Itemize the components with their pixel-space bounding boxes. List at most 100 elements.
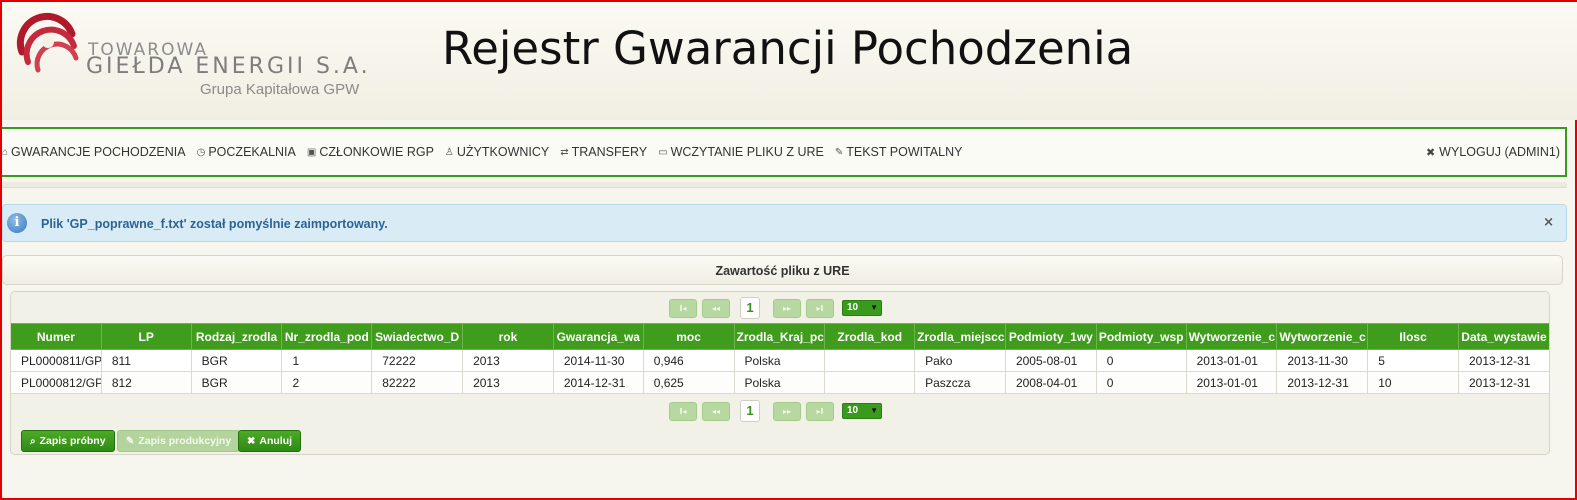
next-page-button[interactable]: ▸▸ (773, 299, 801, 318)
id-card-icon: ▣ (306, 146, 317, 158)
nav-item-uzytkownicy[interactable]: ♙ UŻYTKOWNICY (445, 145, 549, 159)
table-cell: 2013-12-31 (1276, 371, 1369, 394)
column-header[interactable]: LP (100, 323, 192, 350)
column-header[interactable]: Rodzaj_zrodla (190, 323, 283, 350)
folder-open-icon: ▭ (658, 146, 668, 158)
rows-per-page-value: 10 (847, 302, 859, 313)
table-header-row: Numer LP Rodzaj_zrodla Nr_zrodla_pod Swi… (11, 323, 1549, 350)
nav-item-czlonkowie[interactable]: ▣ CZŁONKOWIE RGP (307, 145, 434, 159)
prev-page-button[interactable]: ◂◂ (702, 299, 730, 318)
nav-item-transfery[interactable]: ⇄ TRANSFERY (560, 145, 647, 159)
nav-item-gwarancje[interactable]: ⌂ GWARANCJE POCHODZENIA (2, 145, 186, 159)
column-header[interactable]: Zrodla_kod (824, 323, 916, 350)
info-icon: i (7, 213, 27, 233)
last-page-button[interactable]: ▸I (806, 299, 834, 318)
success-alert: i Plik 'GP_poprawne_f.txt' został pomyśl… (2, 204, 1567, 242)
search-icon: ⌕ (30, 435, 36, 447)
nav-item-label: POCZEKALNIA (208, 145, 296, 159)
table-cell: 2014-11-30 (552, 349, 644, 372)
rows-per-page-select[interactable]: 10 ▼ (842, 403, 882, 419)
table-cell (824, 349, 916, 372)
logout-link[interactable]: ✖ WYLOGUJ (ADMIN1) (1426, 145, 1560, 159)
tge-logo-icon (16, 12, 79, 73)
table-cell: 5 (1367, 349, 1459, 372)
table-cell: 2008-04-01 (1004, 371, 1097, 394)
nav-item-label: GWARANCJE POCHODZENIA (11, 145, 186, 159)
column-header[interactable]: Nr_zrodla_pod (281, 323, 373, 350)
test-save-label: Zapis próbny (39, 435, 106, 447)
data-table: Numer LP Rodzaj_zrodla Nr_zrodla_pod Swi… (11, 323, 1549, 394)
column-header[interactable]: Data_wystawie (1458, 323, 1549, 350)
table-cell: 2014-12-31 (552, 371, 644, 394)
cancel-label: Anuluj (259, 435, 293, 447)
table-cell: Polska (733, 371, 826, 394)
column-header[interactable]: Swiadectwo_D (371, 323, 464, 350)
column-header[interactable]: Wytworzenie_c (1185, 323, 1278, 350)
column-header[interactable]: Gwarancja_wa (552, 323, 644, 350)
chevron-down-icon: ▼ (870, 406, 878, 415)
column-header[interactable]: Numer (11, 323, 102, 350)
logo-line2: GIEŁDA ENERGII S.A. (86, 54, 371, 79)
production-save-label: Zapis produkcyjny (138, 435, 232, 447)
column-header[interactable]: Podmioty_wsp (1095, 323, 1187, 350)
table-cell: 2013-11-30 (1276, 349, 1369, 372)
nav-item-wczytanie[interactable]: ▭ WCZYTANIE PLIKU Z URE (658, 145, 824, 159)
table-cell: BGR (190, 349, 283, 372)
column-header[interactable]: Zrodla_Kraj_pc (733, 323, 826, 350)
table-cell: 812 (100, 371, 192, 394)
column-header[interactable]: moc (642, 323, 735, 350)
column-header[interactable]: Zrodla_miejscc (914, 323, 1006, 350)
nav-item-tekst[interactable]: ✎ TEKST POWITALNY (835, 145, 963, 159)
table-cell: 0,946 (642, 349, 735, 372)
table-cell: Pako (914, 349, 1006, 372)
clock-icon: ◷ (196, 146, 206, 158)
pager-top: I◂ ◂◂ 1 ▸▸ ▸I 10 ▼ (11, 297, 1549, 323)
current-page[interactable]: 1 (740, 297, 760, 319)
logout-label: WYLOGUJ (ADMIN1) (1439, 145, 1560, 159)
table-cell: PL0000812/GP_ (11, 371, 102, 394)
nav-item-label: CZŁONKOWIE RGP (319, 145, 434, 159)
column-header[interactable]: rok (462, 323, 554, 350)
table-cell: 2013-01-01 (1185, 371, 1278, 394)
divider (2, 182, 1567, 188)
nav-item-label: TRANSFERY (571, 145, 648, 159)
first-page-button[interactable]: I◂ (669, 402, 697, 421)
table-cell: BGR (190, 371, 283, 394)
panel-title: Zawartość pliku z URE (715, 264, 850, 278)
first-page-button[interactable]: I◂ (669, 299, 697, 318)
table-row[interactable]: PL0000811/GP_ 811 BGR 1 72222 2013 2014-… (11, 349, 1549, 372)
table-cell: 0 (1095, 371, 1187, 394)
table-cell: 2013-01-01 (1185, 349, 1278, 372)
cancel-button[interactable]: ✖ Anuluj (238, 430, 302, 452)
transfer-icon: ⇄ (560, 146, 569, 158)
pager-bottom: I◂ ◂◂ 1 ▸▸ ▸I 10 ▼ (11, 400, 1549, 426)
table-cell: PL0000811/GP_ (11, 349, 102, 372)
page-title: Rejestr Gwarancji Pochodzenia (442, 22, 1134, 75)
alert-close-button[interactable]: × (1543, 215, 1554, 230)
table-cell: Polska (733, 349, 826, 372)
prev-page-button[interactable]: ◂◂ (702, 402, 730, 421)
home-icon: ⌂ (2, 146, 9, 158)
column-header[interactable]: Ilosc (1367, 323, 1459, 350)
rows-per-page-value: 10 (847, 405, 859, 416)
test-save-button[interactable]: ⌕ Zapis próbny (21, 430, 115, 452)
current-page[interactable]: 1 (740, 400, 760, 422)
nav-item-poczekalnia[interactable]: ◷ POCZEKALNIA (197, 145, 296, 159)
alert-message: Plik 'GP_poprawne_f.txt' został pomyślni… (41, 217, 388, 231)
nav-item-label: TEKST POWITALNY (846, 145, 963, 159)
table-row[interactable]: PL0000812/GP_ 812 BGR 2 82222 2013 2014-… (11, 371, 1549, 394)
table-cell: 10 (1367, 371, 1459, 394)
column-header[interactable]: Podmioty_1wy (1004, 323, 1097, 350)
production-save-button[interactable]: ✎ Zapis produkcyjny (117, 430, 241, 452)
nav-items: ⌂ GWARANCJE POCHODZENIA ◷ POCZEKALNIA ▣ … (2, 145, 973, 159)
table-cell: 2005-08-01 (1004, 349, 1097, 372)
pencil-icon: ✎ (126, 435, 135, 447)
panel-header: Zawartość pliku z URE (2, 255, 1563, 285)
last-page-button[interactable]: ▸I (806, 402, 834, 421)
rows-per-page-select[interactable]: 10 ▼ (842, 300, 882, 316)
table-cell: 2013-12-31 (1458, 349, 1549, 372)
column-header[interactable]: Wytworzenie_c (1276, 323, 1369, 350)
next-page-button[interactable]: ▸▸ (773, 402, 801, 421)
table-cell: 82222 (371, 371, 464, 394)
logo-line3: Grupa Kapitałowa GPW (200, 81, 360, 98)
